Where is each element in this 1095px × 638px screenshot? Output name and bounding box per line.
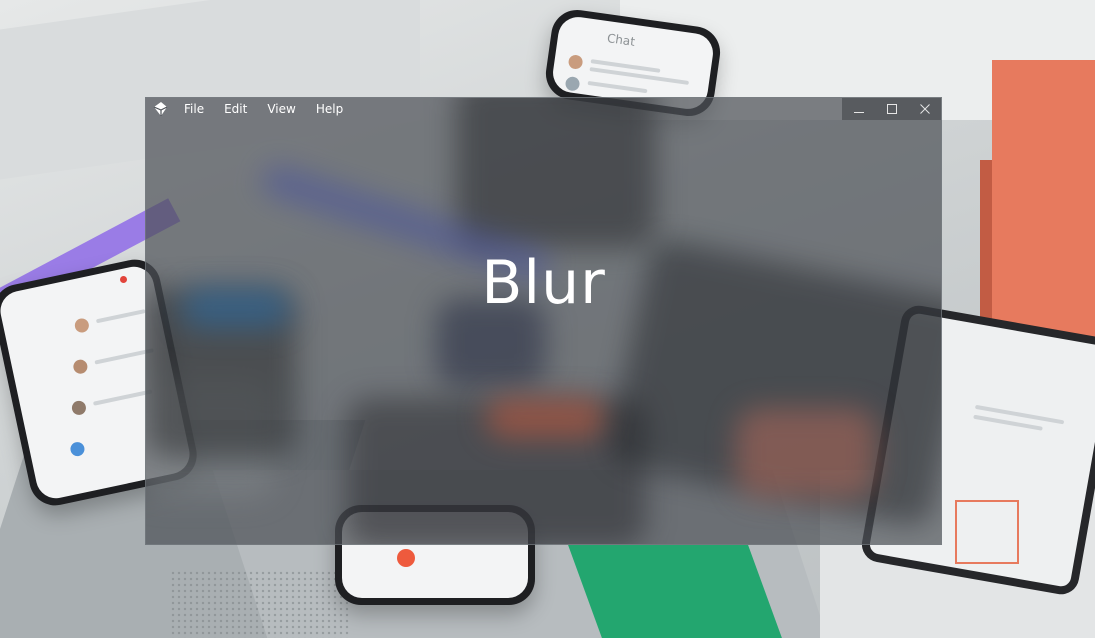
- minimize-icon: [853, 112, 864, 113]
- wallpaper-orange-block: [992, 60, 1095, 350]
- maximize-icon: [886, 104, 897, 114]
- maximize-button[interactable]: [875, 98, 908, 120]
- wallpaper-red-dot: [120, 276, 127, 283]
- wallpaper-green-block: [568, 545, 782, 638]
- menu-help[interactable]: Help: [306, 98, 353, 120]
- close-icon: [919, 104, 930, 114]
- close-button[interactable]: [908, 98, 941, 120]
- menu-file[interactable]: File: [182, 98, 214, 120]
- wallpaper-orange-fab: [397, 549, 415, 567]
- menu-view[interactable]: View: [257, 98, 305, 120]
- title-bar[interactable]: File Edit View Help: [146, 98, 941, 120]
- menu-edit[interactable]: Edit: [214, 98, 257, 120]
- caption-buttons: [842, 98, 941, 120]
- menu-bar: File Edit View Help: [182, 98, 353, 120]
- blur-heading: Blur: [481, 248, 606, 318]
- app-icon[interactable]: [152, 101, 168, 117]
- wallpaper-dot-pattern: [170, 570, 350, 638]
- minimize-button[interactable]: [842, 98, 875, 120]
- blur-window: File Edit View Help Blur: [145, 97, 942, 545]
- wallpaper-orange-card: [955, 500, 1019, 564]
- acrylic-backdrop: [146, 98, 941, 544]
